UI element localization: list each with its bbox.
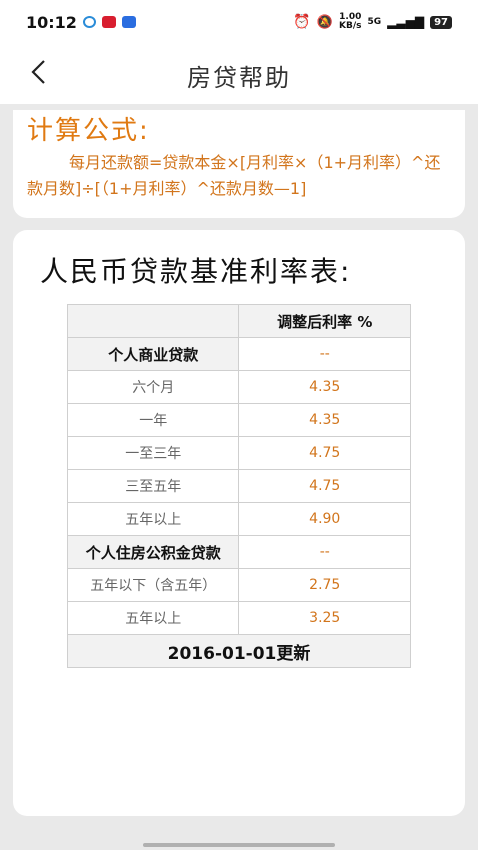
rate-cell: 4.75 [238,469,411,503]
rate-cell: 4.75 [238,436,411,470]
chat-notification-icon [82,16,96,28]
fund-label: 个人住房公积金贷款 [66,535,240,569]
rate-cell: 2.75 [238,568,411,602]
network-speed: 1.00 KB/s [339,12,362,31]
rates-card: 人民币贷款基准利率表: 调整后利率 % 个人商业贷款 -- 六个月 4.35 一… [13,230,465,816]
term-cell: 五年以上 [66,502,240,536]
rates-title: 人民币贷款基准利率表: [40,255,352,288]
status-bar: 10:12 ⏰ 🔕 1.00 KB/s 5G ▂▃▅▇ 97 [0,0,478,44]
rate-cell: 4.35 [238,403,411,437]
status-time: 10:12 [26,12,77,32]
table-footer-row: 2016-01-01更新 [67,634,411,668]
term-cell: 一年 [66,403,240,437]
rate-cell: 4.90 [238,502,411,536]
table-row: 五年以上 3.25 [66,601,411,635]
signal-icon: 5G [367,17,382,27]
table-row: 五年以下（含五年） 2.75 [66,568,411,602]
rates-table: 调整后利率 % 个人商业贷款 -- 六个月 4.35 一年 4.35 一至三年 … [66,304,411,668]
app-notification-icon [101,16,116,28]
term-cell: 一至三年 [66,436,240,470]
rate-cell: 4.35 [238,370,411,404]
commercial-value: -- [238,337,411,371]
update-date: 2016-01-01更新 [67,634,411,668]
formula-title: 计算公式: [27,116,150,146]
rate-cell: 3.25 [238,601,411,635]
nfc-notification-icon [121,16,136,28]
table-row: 三至五年 4.75 [66,469,411,503]
term-cell: 五年以上 [66,601,240,635]
table-row: 五年以上 4.90 [66,502,411,536]
table-row: 个人住房公积金贷款 -- [66,535,411,569]
alarm-icon: ⏰ [293,14,311,30]
table-header-empty [66,304,240,338]
commercial-label: 个人商业贷款 [66,337,240,371]
table-row: 一年 4.35 [66,403,411,437]
table-header-row: 调整后利率 % [66,304,411,338]
page-title: 房贷帮助 [187,64,291,92]
fund-value: -- [238,535,411,569]
table-row: 一至三年 4.75 [66,436,411,470]
table-header-rate: 调整后利率 % [238,304,411,338]
term-cell: 五年以下（含五年） [66,568,240,602]
term-cell: 三至五年 [66,469,240,503]
nav-bar: 房贷帮助 [0,44,478,104]
term-cell: 六个月 [66,370,240,404]
table-row: 个人商业贷款 -- [66,337,411,371]
mute-icon: 🔕 [316,14,334,30]
formula-card: 计算公式: 每月还款额=贷款本金×[月利率×（1+月利率）^还款月数]÷[（1+… [13,110,465,218]
table-row: 六个月 4.35 [66,370,411,404]
home-indicator[interactable] [143,843,335,847]
formula-text: 每月还款额=贷款本金×[月利率×（1+月利率）^还款月数]÷[（1+月利率）^还… [27,153,441,198]
battery-icon: 97 [430,15,452,29]
signal-bars-icon: ▂▃▅▇ [387,15,425,29]
